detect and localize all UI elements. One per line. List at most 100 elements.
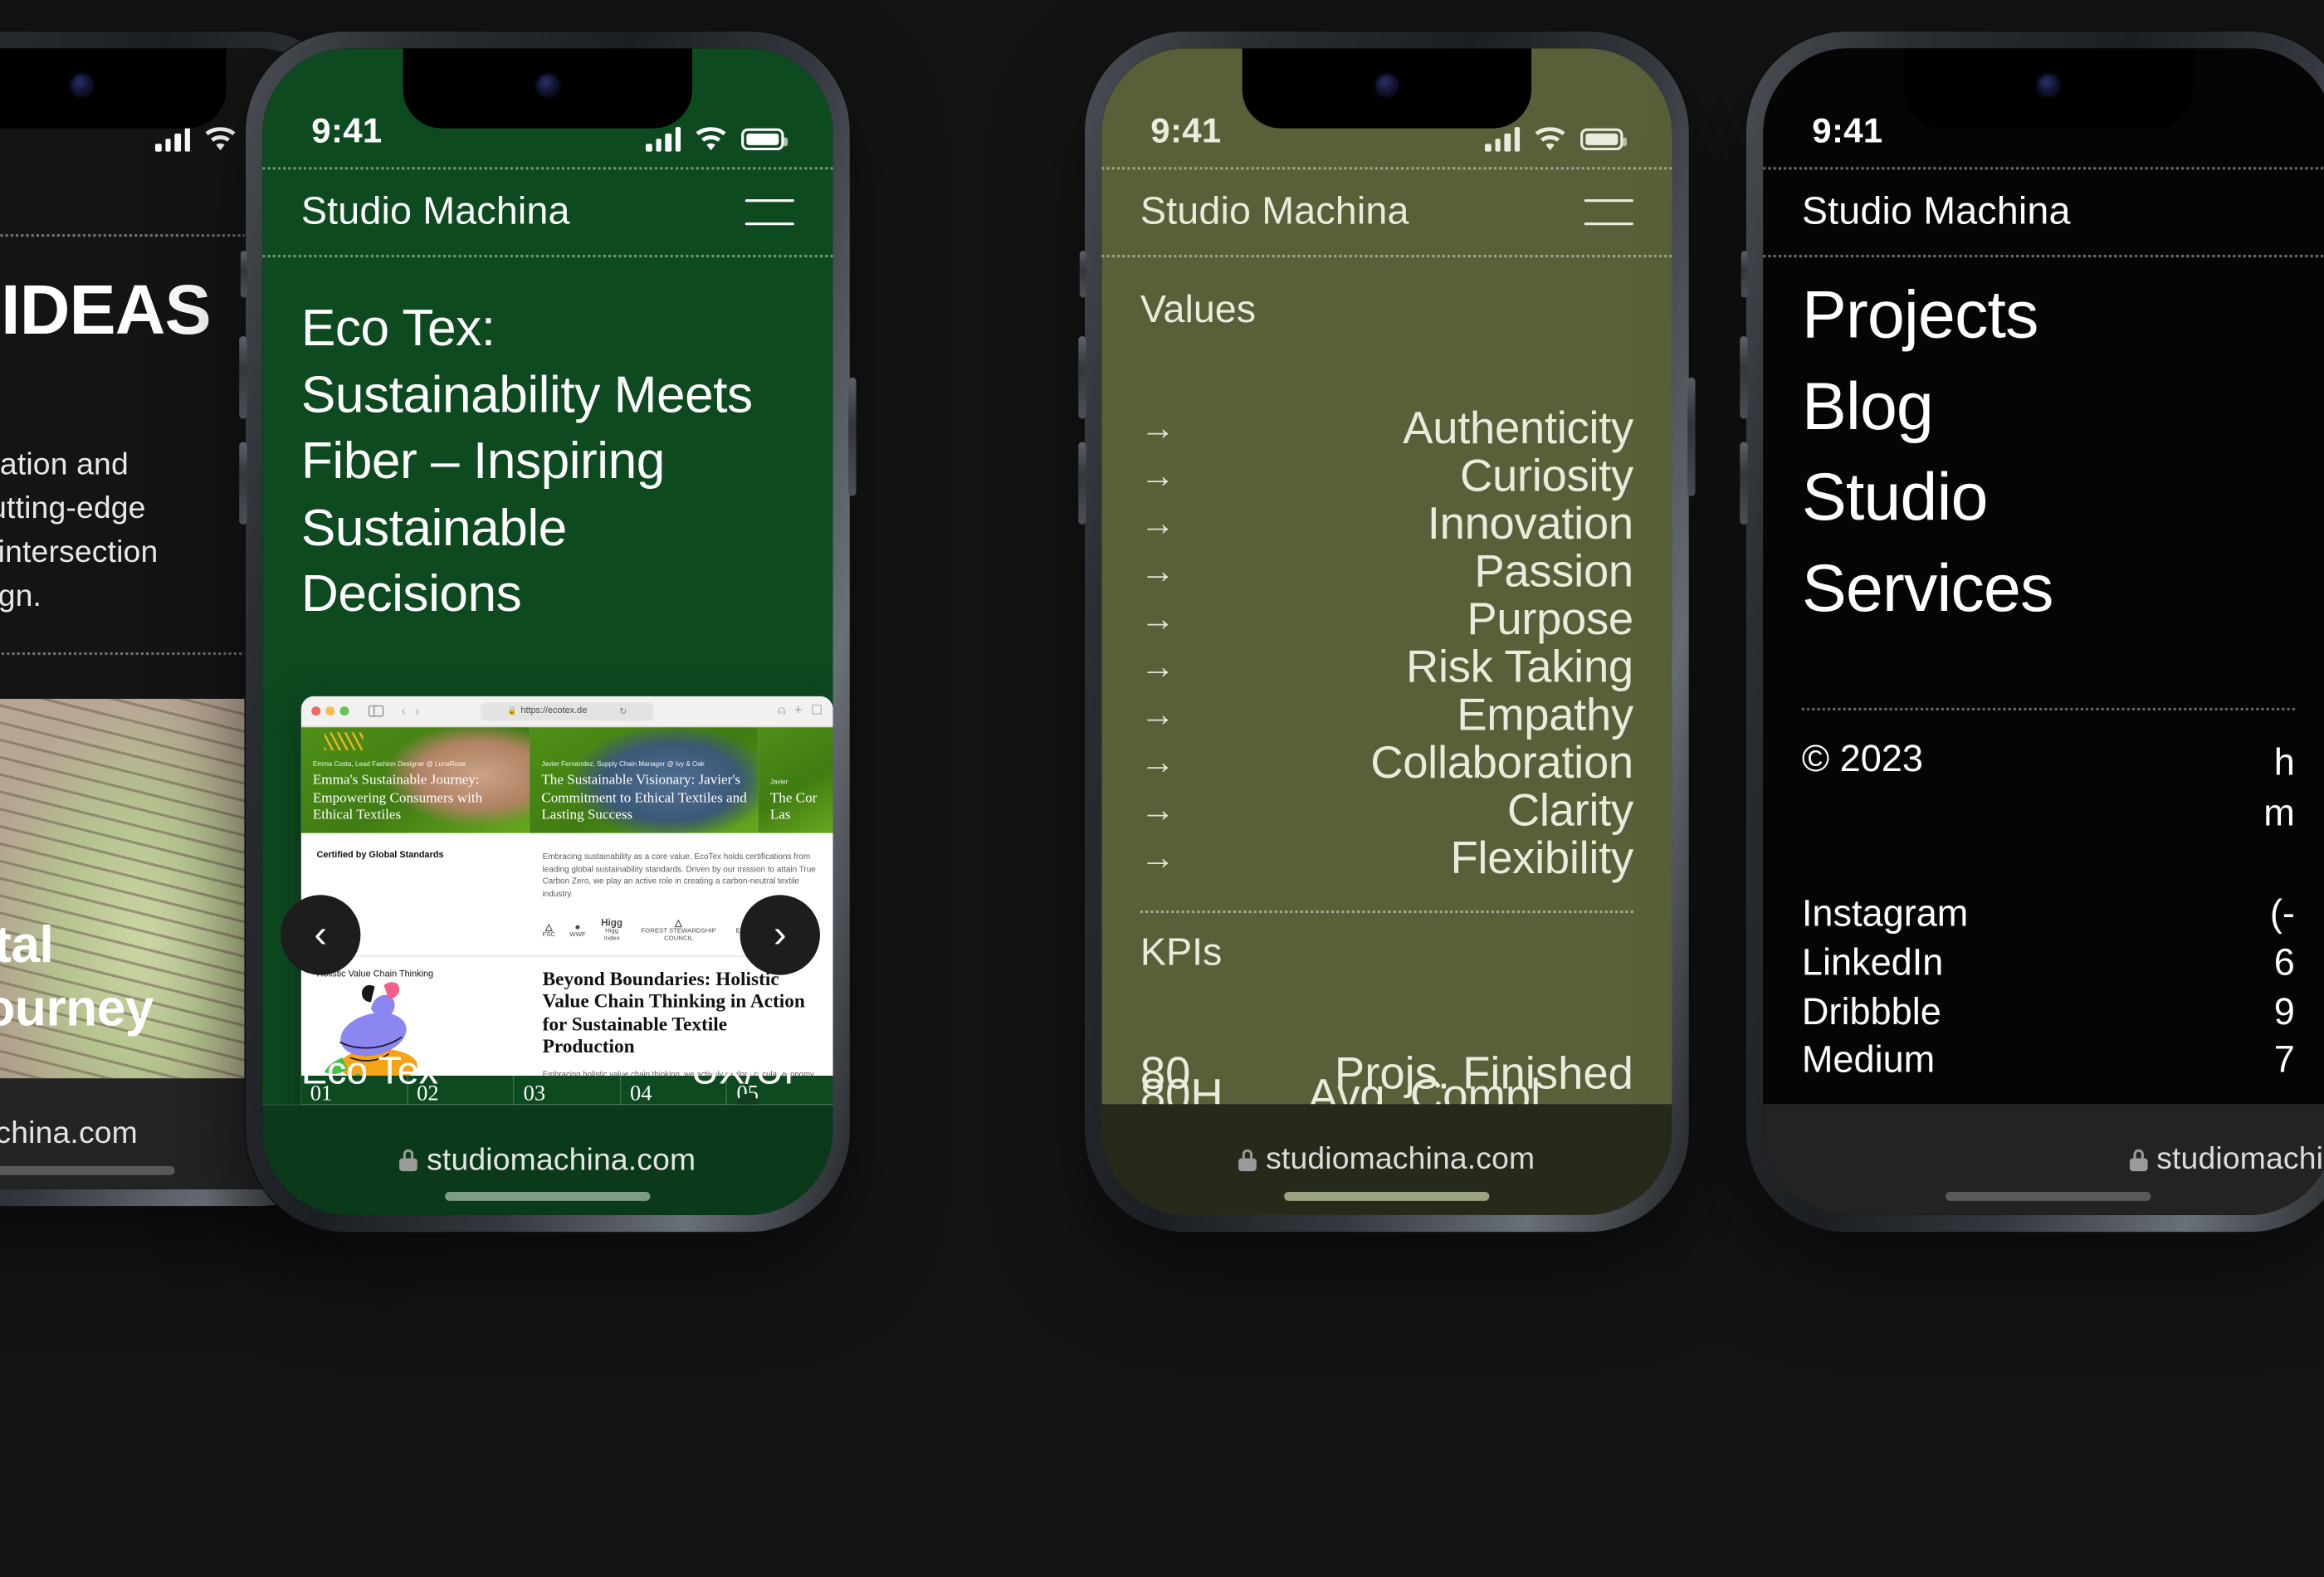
value-label: Curiosity <box>1459 450 1633 501</box>
social-meta: 6 <box>2273 942 2295 984</box>
url-text-2: studiomachina.com <box>427 1142 696 1178</box>
wwf-logo-icon: ● WWF <box>569 920 586 940</box>
arrow-right-icon: → <box>1140 742 1175 782</box>
battery-icon <box>1580 128 1628 151</box>
social-meta: 7 <box>2273 1039 2295 1081</box>
value-row[interactable]: → Collaboration <box>1140 737 1633 788</box>
brand-label-4[interactable]: Studio Machina <box>1802 190 2071 234</box>
home-indicator-2[interactable] <box>445 1191 651 1201</box>
article-heading: Eco Tex: Sustainability Meets Fiber – In… <box>300 300 753 623</box>
arrow-right-icon: → <box>1140 599 1175 638</box>
brand-label-2[interactable]: Studio Machina <box>301 190 570 234</box>
hero-kicker: Javier Fernandez, Supply Chain Manager @… <box>541 761 705 769</box>
value-row[interactable]: → Curiosity <box>1140 450 1633 501</box>
power-button-2[interactable] <box>848 377 857 496</box>
value-label: Clarity <box>1506 784 1633 835</box>
hero-headline: The Sustainable Visionary: Javier's Comm… <box>541 773 747 823</box>
volume-up-button-4[interactable] <box>1740 335 1748 419</box>
value-label: Authenticity <box>1403 403 1633 453</box>
volume-down-button-3[interactable] <box>1078 442 1086 525</box>
power-button-3[interactable] <box>1687 377 1696 496</box>
social-row[interactable]: Medium 7 <box>1802 1038 2295 1086</box>
value-row[interactable]: → Passion <box>1140 546 1633 597</box>
carousel-prev-button[interactable]: ‹ <box>280 895 361 975</box>
decorative-streak-icon <box>324 732 364 751</box>
hero-card[interactable]: Emma Costa, Lead Fashion Designer @ Luna… <box>301 727 530 833</box>
arrow-right-icon: → <box>1140 504 1175 543</box>
hero-card[interactable]: Javier The Cor Las <box>758 727 833 833</box>
phone-device-4: 9:41 Studio Machina Projects Blog Studio… <box>1740 32 2324 1233</box>
social-row[interactable]: Dribbble 9 <box>1802 989 2295 1038</box>
phone-4-screen: 9:41 Studio Machina Projects Blog Studio… <box>1763 48 2324 1215</box>
volume-up-button-3[interactable] <box>1078 335 1086 419</box>
hero-headline: The Cor Las <box>769 789 818 823</box>
footer-4: © 2023 h m Instagram (‑ LinkedIn 6 Dribbbl… <box>1763 707 2324 1086</box>
hero-carousel: Emma Costa, Lead Fashion Designer @ Luna… <box>301 727 833 833</box>
volume-up-button-2[interactable] <box>239 335 247 419</box>
menu-item-projects[interactable]: Projects <box>1802 271 2295 362</box>
traffic-light-icons[interactable] <box>311 706 349 715</box>
signal-bars-icon <box>154 127 190 152</box>
arrow-right-icon: → <box>1140 695 1175 734</box>
home-indicator-4[interactable] <box>1946 1191 2151 1201</box>
social-row[interactable]: LinkedIn 6 <box>1802 940 2295 989</box>
arrow-right-icon: → <box>1140 408 1175 447</box>
lock-icon <box>399 1149 418 1172</box>
menu-item-blog[interactable]: Blog <box>1802 362 2295 453</box>
nav-bar-2: Studio Machina <box>262 167 833 258</box>
value-row[interactable]: → Authenticity <box>1140 403 1633 453</box>
browser-toolbar-icons[interactable]: ⍝ + ☐ <box>778 704 823 718</box>
social-meta: (‑ <box>2269 894 2295 935</box>
status-icons-2 <box>646 127 788 152</box>
new-tab-icon: + <box>794 704 803 719</box>
url-text-3: studiomachina.com <box>1266 1141 1536 1177</box>
menu-button-3[interactable] <box>1584 199 1633 226</box>
lock-icon <box>2129 1148 2148 1171</box>
hero-card[interactable]: Javier Fernandez, Supply Chain Manager @… <box>530 727 758 833</box>
volume-down-button-4[interactable] <box>1740 442 1748 525</box>
values-list: → Authenticity → Curiosity → Innovation → Pa… <box>1101 332 1672 914</box>
phone-2-screen: 9:41 Studio Machina Eco Tex: Sustainabil… <box>262 48 833 1215</box>
sidebar-toggle-icon[interactable] <box>367 705 383 717</box>
value-label: Innovation <box>1427 498 1633 549</box>
address-label: h m <box>2263 742 2295 835</box>
brand-label-3[interactable]: Studio Machina <box>1140 190 1409 234</box>
hero-headline: Emma's Sustainable Journey: Empowering C… <box>312 773 483 823</box>
value-label: Purpose <box>1467 593 1633 644</box>
arrow-right-icon: → <box>1140 456 1175 496</box>
menu-button-2[interactable] <box>745 199 794 226</box>
battery-icon <box>2242 129 2284 150</box>
tabs-icon: ☐ <box>811 704 823 719</box>
mute-switch-4[interactable] <box>1741 251 1748 298</box>
value-row[interactable]: → Flexibility <box>1140 832 1634 883</box>
menu-item-services[interactable]: Services <box>1802 544 2295 636</box>
browser-url-field[interactable]: 🔒 https://ecotex.de ↻ <box>481 701 654 720</box>
value-label: Flexibility <box>1450 832 1634 883</box>
project-category: UX/UI <box>691 1049 794 1093</box>
home-indicator-1[interactable] <box>0 1165 176 1175</box>
home-indicator-3[interactable] <box>1284 1191 1490 1201</box>
wifi-icon <box>695 127 727 152</box>
carousel-next-button[interactable]: › <box>740 895 820 975</box>
social-row[interactable]: Instagram (‑ <box>1802 891 2295 940</box>
value-chain-heading: Beyond Boundaries: Holistic Value Chain … <box>542 969 805 1058</box>
social-meta: 9 <box>2273 991 2295 1033</box>
value-row[interactable]: → Innovation <box>1140 498 1633 549</box>
mute-switch-3[interactable] <box>1079 251 1086 298</box>
main-menu: Projects Blog Studio Services <box>1763 257 2324 635</box>
values-section-label: Values <box>1140 288 1257 331</box>
value-row[interactable]: → Clarity <box>1140 784 1633 835</box>
certs-body: Embracing sustainability as a core value… <box>542 852 816 899</box>
value-row[interactable]: → Risk Taking <box>1140 642 1633 692</box>
back-forward-icons[interactable]: ‹› <box>401 703 428 719</box>
phone-2-body: 9:41 Studio Machina Eco Tex: Sustainabil… <box>262 48 833 1215</box>
volume-down-button-2[interactable] <box>239 442 247 525</box>
menu-item-studio[interactable]: Studio <box>1802 453 2295 544</box>
kpi-label: Avg. Compl. Time <box>1307 1069 1554 1105</box>
value-row[interactable]: → Purpose <box>1140 593 1633 644</box>
phone-4-body: 9:41 Studio Machina Projects Blog Studio… <box>1763 48 2324 1215</box>
mute-switch-2[interactable] <box>240 251 247 298</box>
kpi-row: 80H 25M Avg. Compl. Time <box>1140 1070 1633 1104</box>
value-row[interactable]: → Empathy <box>1140 689 1633 740</box>
wifi-icon <box>1534 127 1566 152</box>
